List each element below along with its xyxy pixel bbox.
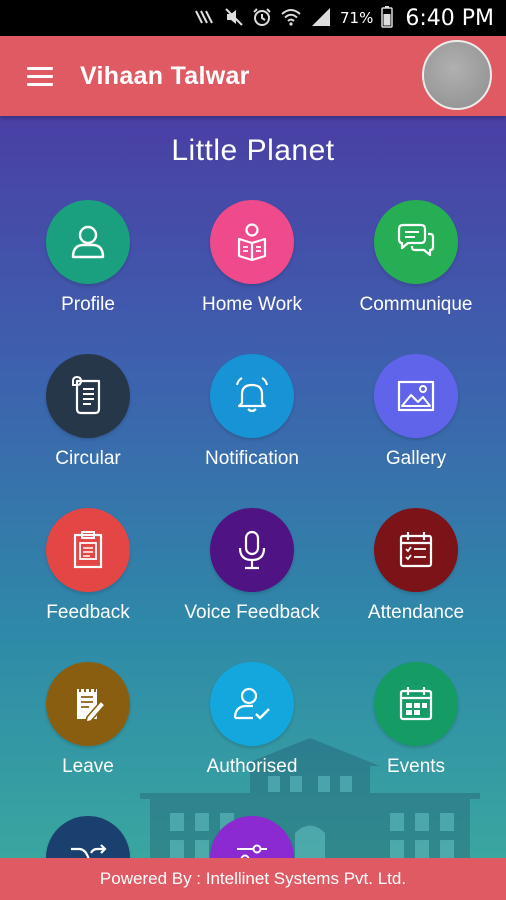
avatar[interactable] — [422, 40, 492, 110]
person-icon — [46, 200, 130, 284]
dashboard: Little Planet Profile Home Work Communiq… — [0, 116, 506, 858]
module-gallery[interactable]: Gallery — [334, 354, 498, 470]
module-label: Home Work — [202, 294, 302, 315]
module-voice-feedback[interactable]: Voice Feedback — [170, 508, 334, 624]
module-label: Profile — [61, 294, 115, 315]
app-bar: Vihaan Talwar — [0, 36, 506, 116]
status-bar: 71% 6:40 PM — [0, 0, 506, 36]
module-leave[interactable]: Leave — [6, 662, 170, 778]
bell-icon — [210, 354, 294, 438]
module-label: Notification — [205, 448, 299, 469]
module-label: Attendance — [367, 602, 465, 623]
module-home-work[interactable]: Home Work — [170, 200, 334, 316]
module-circular[interactable]: Circular — [6, 354, 170, 470]
user-name: Vihaan Talwar — [80, 61, 250, 90]
clock: 6:40 PM — [405, 5, 494, 31]
user-check-icon — [210, 662, 294, 746]
module-events[interactable]: Events — [334, 662, 498, 778]
mute-icon — [224, 7, 244, 30]
module-attendance[interactable]: Attendance — [334, 508, 498, 624]
module-label: Voice Feedback — [184, 602, 320, 623]
calendar-icon — [374, 662, 458, 746]
module-label: Communique — [359, 294, 473, 315]
module-label: Leave — [62, 756, 114, 777]
battery-percent: 71% — [340, 9, 374, 27]
calendar-check-icon — [374, 508, 458, 592]
microphone-icon — [210, 508, 294, 592]
image-icon — [374, 354, 458, 438]
clipboard-icon — [46, 508, 130, 592]
hamburger-icon[interactable] — [0, 36, 80, 116]
module-settings[interactable] — [170, 816, 334, 858]
module-label: Events — [386, 756, 446, 777]
module-label: Gallery — [385, 448, 447, 469]
module-feedback[interactable]: Feedback — [6, 508, 170, 624]
module-label: Circular — [55, 448, 121, 469]
school-name: Little Planet — [171, 134, 335, 167]
alarm-icon — [252, 7, 272, 30]
wifi-icon — [280, 7, 302, 30]
nfc-icon — [194, 8, 216, 29]
footer-credit: Powered By : Intellinet Systems Pvt. Ltd… — [0, 858, 506, 900]
module-shuffle[interactable] — [6, 816, 170, 858]
module-authorised[interactable]: Authorised — [170, 662, 334, 778]
module-profile[interactable]: Profile — [6, 200, 170, 316]
module-label: Feedback — [46, 602, 130, 623]
chat-bubbles-icon — [374, 200, 458, 284]
shuffle-icon — [46, 816, 130, 858]
sliders-icon — [210, 816, 294, 858]
module-communique[interactable]: Communique — [334, 200, 498, 316]
reading-icon — [210, 200, 294, 284]
signal-icon — [310, 7, 332, 30]
module-notification[interactable]: Notification — [170, 354, 334, 470]
note-pencil-icon — [46, 662, 130, 746]
scroll-icon — [46, 354, 130, 438]
module-label: Authorised — [206, 756, 298, 777]
battery-icon — [381, 5, 394, 31]
